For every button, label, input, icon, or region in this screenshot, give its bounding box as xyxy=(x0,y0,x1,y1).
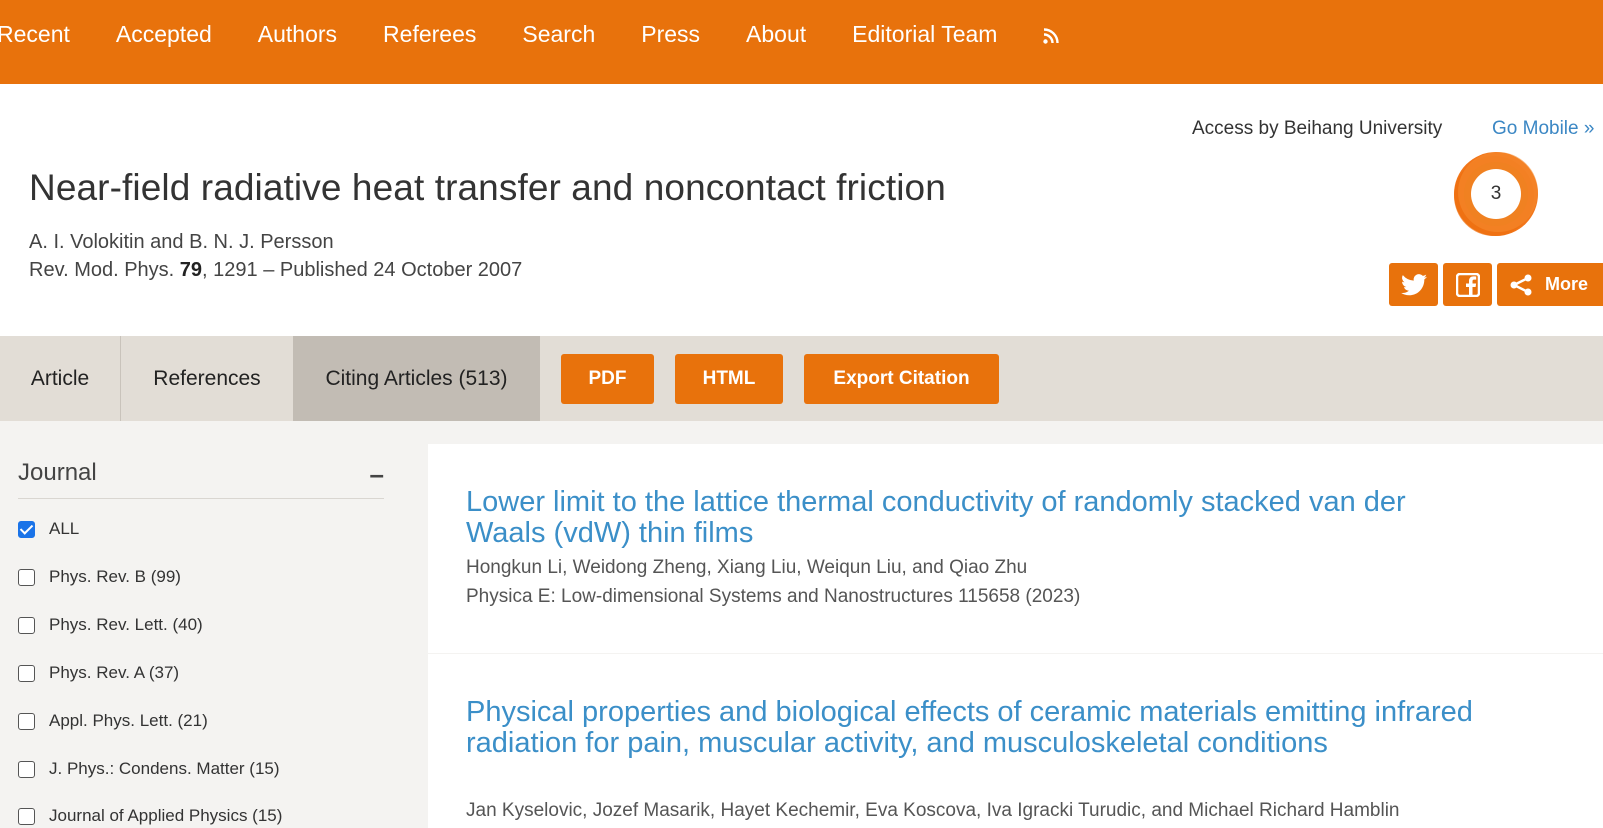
altmetric-badge[interactable]: 3 xyxy=(1447,145,1545,243)
filter-label: ALL xyxy=(49,519,80,538)
rss-icon[interactable] xyxy=(1043,28,1060,44)
filter-label: Phys. Rev. B (99) xyxy=(49,567,181,586)
nav-press[interactable]: Press xyxy=(641,21,700,48)
collapse-icon[interactable]: – xyxy=(370,459,384,490)
checkbox[interactable] xyxy=(18,807,35,825)
filter-label: Phys. Rev. A (37) xyxy=(49,663,180,682)
tab-article[interactable]: Article xyxy=(0,336,121,421)
result-journal: Physica E: Low-dimensional Systems and N… xyxy=(466,586,1081,607)
result-title-link[interactable]: Physical properties and biological effec… xyxy=(466,697,1486,759)
twitter-icon xyxy=(1400,273,1427,295)
facebook-icon xyxy=(1455,272,1480,297)
article-title: Near-field radiative heat transfer and n… xyxy=(29,167,946,208)
article-authors: A. I. Volokitin and B. N. J. Persson xyxy=(29,231,334,253)
nav-items: Recent Accepted Authors Referees Search … xyxy=(0,0,1060,48)
filter-phys-rev-b[interactable]: Phys. Rev. B (99) xyxy=(18,567,181,587)
nav-accepted[interactable]: Accepted xyxy=(116,21,212,48)
checkbox[interactable] xyxy=(18,664,35,682)
filter-label: Journal of Applied Physics (15) xyxy=(49,806,283,825)
result-card: Lower limit to the lattice thermal condu… xyxy=(428,444,1603,653)
html-button[interactable]: HTML xyxy=(675,354,783,404)
result-authors: Jan Kyselovic, Jozef Masarik, Hayet Kech… xyxy=(466,800,1400,821)
checkbox[interactable] xyxy=(18,760,35,778)
checkbox[interactable] xyxy=(18,712,35,730)
more-label: More xyxy=(1545,274,1589,294)
nav-editorial-team[interactable]: Editorial Team xyxy=(852,21,997,48)
checkbox[interactable] xyxy=(18,568,35,586)
filter-j-phys-condens-matter[interactable]: J. Phys.: Condens. Matter (15) xyxy=(18,759,280,779)
journal-filter-header: Journal – xyxy=(18,459,384,499)
go-mobile-link[interactable]: Go Mobile » xyxy=(1492,118,1594,140)
filter-all[interactable]: ALL xyxy=(18,519,79,539)
result-authors: Hongkun Li, Weidong Zheng, Xiang Liu, We… xyxy=(466,557,1028,578)
tab-citing-articles[interactable]: Citing Articles (513) xyxy=(293,336,540,421)
nav-recent[interactable]: Recent xyxy=(0,21,70,48)
article-tab-bar: Article References Citing Articles (513) xyxy=(0,336,1603,421)
nav-referees[interactable]: Referees xyxy=(383,21,476,48)
filter-appl-phys-lett[interactable]: Appl. Phys. Lett. (21) xyxy=(18,711,208,731)
tab-references[interactable]: References xyxy=(121,336,293,421)
filter-journal-applied-physics[interactable]: Journal of Applied Physics (15) xyxy=(18,806,282,826)
pdf-button[interactable]: PDF xyxy=(561,354,654,404)
filter-label: Phys. Rev. Lett. (40) xyxy=(49,615,203,634)
pages-published: , 1291 – Published 24 October 2007 xyxy=(202,259,523,281)
filter-label: Appl. Phys. Lett. (21) xyxy=(49,711,208,730)
filter-phys-rev-lett[interactable]: Phys. Rev. Lett. (40) xyxy=(18,615,203,635)
altmetric-score: 3 xyxy=(1471,169,1521,219)
filter-phys-rev-a[interactable]: Phys. Rev. A (37) xyxy=(18,663,179,683)
top-nav: Recent Accepted Authors Referees Search … xyxy=(0,0,1603,84)
access-label: Access by Beihang University xyxy=(1192,118,1443,139)
nav-authors[interactable]: Authors xyxy=(258,21,337,48)
more-share-button[interactable]: More xyxy=(1497,263,1603,306)
checkbox[interactable] xyxy=(18,616,35,634)
twitter-share-button[interactable] xyxy=(1389,263,1438,306)
facebook-share-button[interactable] xyxy=(1443,263,1492,306)
volume: 79 xyxy=(179,259,203,281)
nav-search[interactable]: Search xyxy=(522,21,595,48)
journal-name: Rev. Mod. Phys. xyxy=(29,259,175,281)
filter-label: J. Phys.: Condens. Matter (15) xyxy=(49,759,280,778)
share-icon xyxy=(1510,274,1532,295)
checkbox-checked[interactable] xyxy=(18,520,35,538)
result-card: Physical properties and biological effec… xyxy=(428,654,1603,828)
result-title-link[interactable]: Lower limit to the lattice thermal condu… xyxy=(466,487,1486,549)
nav-about[interactable]: About xyxy=(746,21,806,48)
journal-filter-title: Journal xyxy=(18,459,97,486)
export-citation-button[interactable]: Export Citation xyxy=(804,354,999,404)
article-citation: Rev. Mod. Phys. 79, 1291 – Published 24 … xyxy=(29,259,522,282)
